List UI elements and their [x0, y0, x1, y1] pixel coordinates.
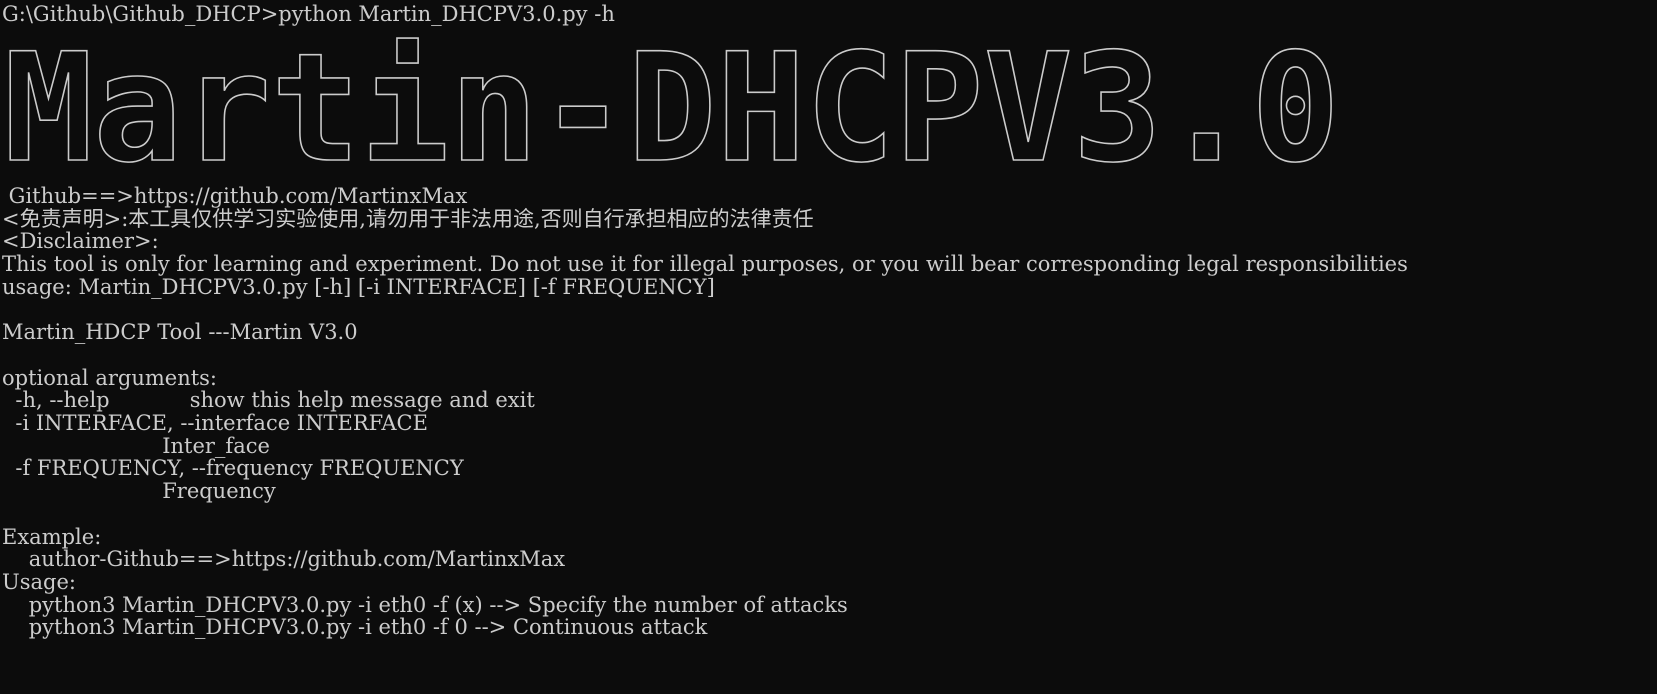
banner-text: Martin-DHCPV3.0 [4, 36, 1340, 186]
output-line: python3 Martin_DHCPV3.0.py -i eth0 -f 0 … [2, 615, 708, 640]
output-line: usage: Martin_DHCPV3.0.py [-h] [-i INTER… [2, 274, 715, 299]
output-line: Usage: [2, 569, 76, 594]
prompt-path: G:\Github\Github_DHCP> [2, 2, 279, 26]
output-line: This tool is only for learning and exper… [2, 252, 1408, 277]
output-line: Example: [2, 524, 102, 549]
output-line: Martin_HDCP Tool ---Martin V3.0 [2, 320, 358, 345]
output-line: Github==>https://github.com/MartinxMax [2, 184, 468, 208]
command-line: G:\Github\Github_DHCP>python Martin_DHCP… [2, 2, 615, 26]
output-line: -f FREQUENCY, --frequency FREQUENCY [2, 456, 464, 481]
output-line: <免责声明>:本工具仅供学习实验使用,请勿用于非法用途,否则自行承担相应的法律责… [2, 206, 814, 231]
output-line: author-Github==>https://github.com/Marti… [2, 547, 566, 572]
output-line: -i INTERFACE, --interface INTERFACE [2, 411, 428, 435]
output-line: python3 Martin_DHCPV3.0.py -i eth0 -f (x… [2, 592, 848, 617]
command-text: python Martin_DHCPV3.0.py -h [278, 2, 615, 26]
output-line: Inter_face [2, 433, 270, 458]
ascii-banner: Martin-DHCPV3.0 [3, 36, 1341, 186]
output-line: <Disclaimer>: [2, 229, 159, 254]
output-line: Frequency [2, 479, 276, 504]
output-line: -h, --help show this help message and ex… [2, 388, 535, 413]
output-line: optional arguments: [2, 365, 218, 390]
terminal-window[interactable]: G:\Github\Github_DHCP>python Martin_DHCP… [0, 0, 1657, 694]
